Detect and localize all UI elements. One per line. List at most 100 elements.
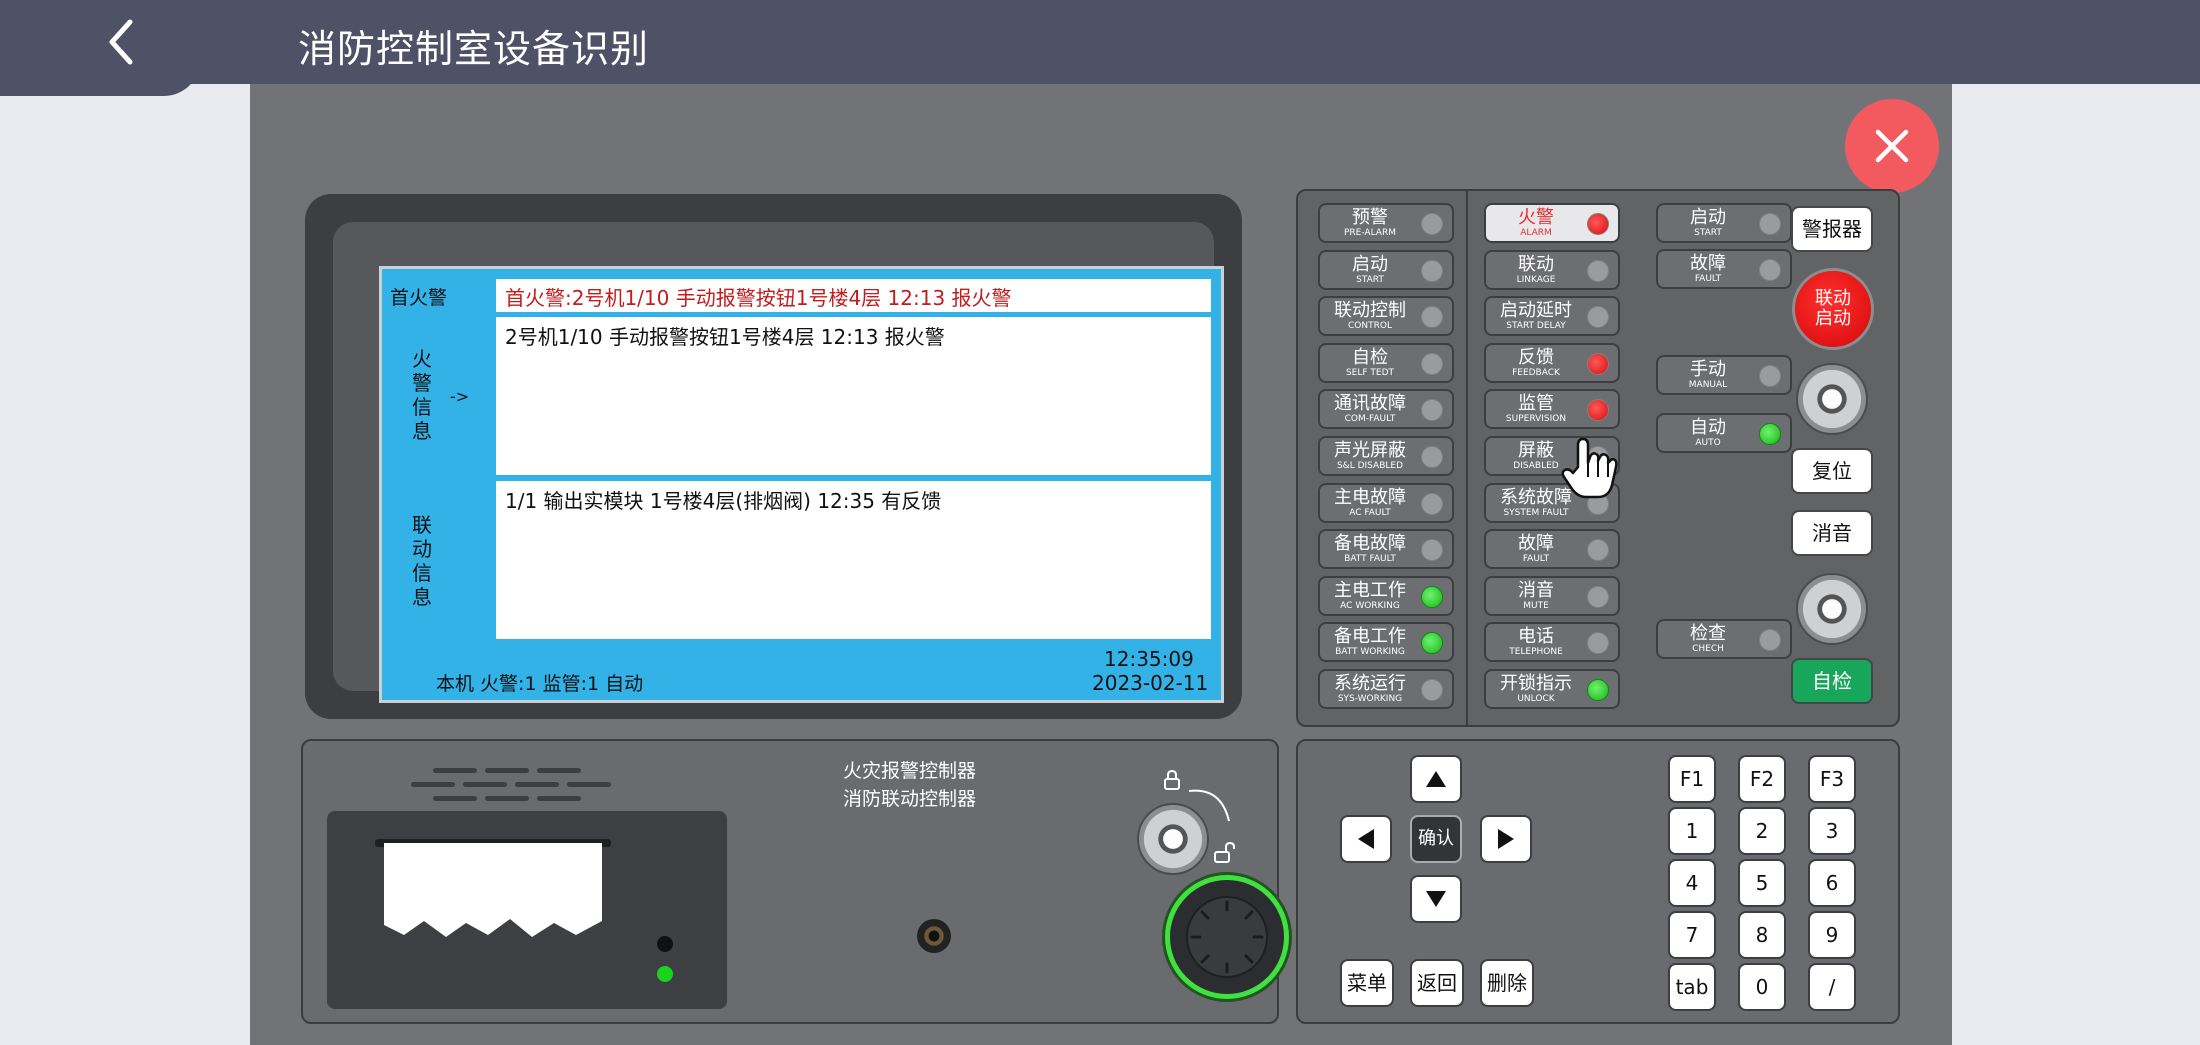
close-button[interactable]	[1845, 99, 1939, 193]
key-5[interactable]: 5	[1738, 859, 1786, 907]
status-led-red	[1587, 399, 1609, 421]
key-f1[interactable]: F1	[1668, 755, 1716, 803]
key-6[interactable]: 6	[1808, 859, 1856, 907]
headphone-jack[interactable]	[917, 919, 951, 953]
indicator-col1-7[interactable]: 备电故障 BATT FAULT	[1318, 529, 1454, 569]
indicator-label: 开锁指示	[1500, 673, 1572, 694]
lock-key-switch[interactable]	[1137, 803, 1209, 875]
indicator-col2-1[interactable]: 联动 LINKAGE	[1484, 250, 1620, 290]
indicator-col2-10[interactable]: 开锁指示 UNLOCK	[1484, 669, 1620, 709]
status-led-red	[1587, 213, 1609, 235]
key-7[interactable]: 7	[1668, 911, 1716, 959]
confirm-key[interactable]: 确认	[1410, 815, 1462, 863]
mute-button[interactable]: 消音	[1791, 510, 1873, 556]
indicator-col3-3[interactable]: 自动 AUTO	[1656, 413, 1792, 453]
indicator-col1-9[interactable]: 备电工作 BATT WORKING	[1318, 622, 1454, 662]
down-key[interactable]	[1410, 875, 1462, 923]
indicator-col2-2[interactable]: 启动延时 START DELAY	[1484, 296, 1620, 336]
status-led-off	[1421, 353, 1443, 375]
indicator-label: 故障	[1518, 533, 1554, 554]
siren-button[interactable]: 警报器	[1791, 206, 1873, 252]
key-8[interactable]: 8	[1738, 911, 1786, 959]
status-led-off	[1587, 632, 1609, 654]
indicator-col1-0[interactable]: 预警 PRE-ALARM	[1318, 203, 1454, 243]
indicator-sublabel: COM-FAULT	[1344, 414, 1396, 424]
arrow-left-icon	[1358, 829, 1374, 849]
key-tab[interactable]: tab	[1668, 963, 1716, 1011]
indicator-label: 火警	[1518, 207, 1554, 228]
indicator-col1-3[interactable]: 自检 SELF TEDT	[1318, 343, 1454, 383]
right-key[interactable]	[1480, 815, 1532, 863]
indicator-sublabel: SYS-WORKING	[1337, 694, 1403, 704]
indicator-col2-7[interactable]: 故障 FAULT	[1484, 529, 1620, 569]
status-led-off	[1759, 213, 1781, 235]
indicator-col2-3[interactable]: 反馈 FEEDBACK	[1484, 343, 1620, 383]
menu-key[interactable]: 菜单	[1340, 959, 1394, 1007]
status-led-off	[1587, 586, 1609, 608]
indicator-sublabel: START	[1356, 275, 1384, 285]
back-key[interactable]: 返回	[1410, 959, 1464, 1007]
indicator-sublabel: FAULT	[1522, 554, 1550, 564]
key-switch-top[interactable]	[1796, 363, 1868, 435]
indicator-col3-2[interactable]: 手动 MANUAL	[1656, 355, 1792, 395]
close-icon	[1875, 129, 1909, 163]
page-title: 消防控制室设备识别	[298, 27, 650, 71]
status-led-off	[1421, 493, 1443, 515]
key-switch-bottom[interactable]	[1796, 573, 1868, 645]
indicator-label: 故障	[1690, 253, 1726, 274]
indicator-col2-9[interactable]: 电话 TELEPHONE	[1484, 622, 1620, 662]
indicator-sublabel: SELF TEDT	[1345, 368, 1395, 378]
status-led-off	[1759, 365, 1781, 387]
key-2[interactable]: 2	[1738, 807, 1786, 855]
clock-date: 2023-02-11	[1092, 671, 1209, 695]
arrow-up-icon	[1426, 771, 1446, 787]
status-led-off	[1421, 679, 1443, 701]
indicator-col1-4[interactable]: 通讯故障 COM-FAULT	[1318, 389, 1454, 429]
indicator-sublabel: PRE-ALARM	[1344, 228, 1396, 238]
indicator-col3-4[interactable]: 检查 CHECH	[1656, 619, 1792, 659]
key-0[interactable]: 0	[1738, 963, 1786, 1011]
self-check-button[interactable]: 自检	[1791, 658, 1873, 704]
indicator-sublabel: FEEDBACK	[1512, 368, 1560, 378]
indicator-col2-8[interactable]: 消音 MUTE	[1484, 576, 1620, 616]
indicator-sublabel: SYSTEM FAULT	[1503, 508, 1569, 518]
printer-paper[interactable]	[384, 843, 602, 941]
status-led-green	[1421, 632, 1443, 654]
indicator-sublabel: LINKAGE	[1516, 275, 1556, 285]
indicator-col1-2[interactable]: 联动控制 CONTROL	[1318, 296, 1454, 336]
key-slash[interactable]: /	[1808, 963, 1856, 1011]
indicator-label: 启动延时	[1500, 300, 1572, 321]
indicator-col3-0[interactable]: 启动 START	[1656, 203, 1792, 243]
indicator-sublabel: UNLOCK	[1517, 694, 1555, 704]
key-9[interactable]: 9	[1808, 911, 1856, 959]
indicator-col3-1[interactable]: 故障 FAULT	[1656, 249, 1792, 289]
up-key[interactable]	[1410, 755, 1462, 803]
indicator-col1-1[interactable]: 启动 START	[1318, 250, 1454, 290]
back-button[interactable]	[96, 14, 152, 70]
left-key[interactable]	[1340, 815, 1392, 863]
key-1[interactable]: 1	[1668, 807, 1716, 855]
indicator-col1-5[interactable]: 声光屏蔽 S&L DISABLED	[1318, 436, 1454, 476]
indicator-col1-10[interactable]: 系统运行 SYS-WORKING	[1318, 669, 1454, 709]
first-alarm-label: 首火警	[390, 287, 448, 309]
delete-key[interactable]: 删除	[1480, 959, 1534, 1007]
indicator-sublabel: FAULT	[1694, 274, 1722, 284]
indicator-label: 启动	[1690, 207, 1726, 228]
key-f2[interactable]: F2	[1738, 755, 1786, 803]
indicator-col2-4[interactable]: 监管 SUPERVISION	[1484, 389, 1620, 429]
indicator-sublabel: AC WORKING	[1340, 601, 1400, 611]
linkage-start-button[interactable]: 联动启动	[1792, 268, 1874, 350]
key-3[interactable]: 3	[1808, 807, 1856, 855]
alarm-info-label: 火 警 信 息	[412, 347, 432, 443]
chevron-left-icon	[109, 19, 133, 65]
indicator-sublabel: AC FAULT	[1349, 508, 1391, 518]
key-f3[interactable]: F3	[1808, 755, 1856, 803]
clock-time: 12:35:09	[1104, 647, 1194, 671]
indicator-col1-8[interactable]: 主电工作 AC WORKING	[1318, 576, 1454, 616]
key-4[interactable]: 4	[1668, 859, 1716, 907]
indicator-col1-6[interactable]: 主电故障 AC FAULT	[1318, 483, 1454, 523]
status-led-off	[1587, 260, 1609, 282]
indicator-col2-0[interactable]: 火警 ALARM	[1484, 203, 1620, 243]
rotary-knob[interactable]	[1165, 875, 1289, 999]
reset-button[interactable]: 复位	[1791, 448, 1873, 494]
